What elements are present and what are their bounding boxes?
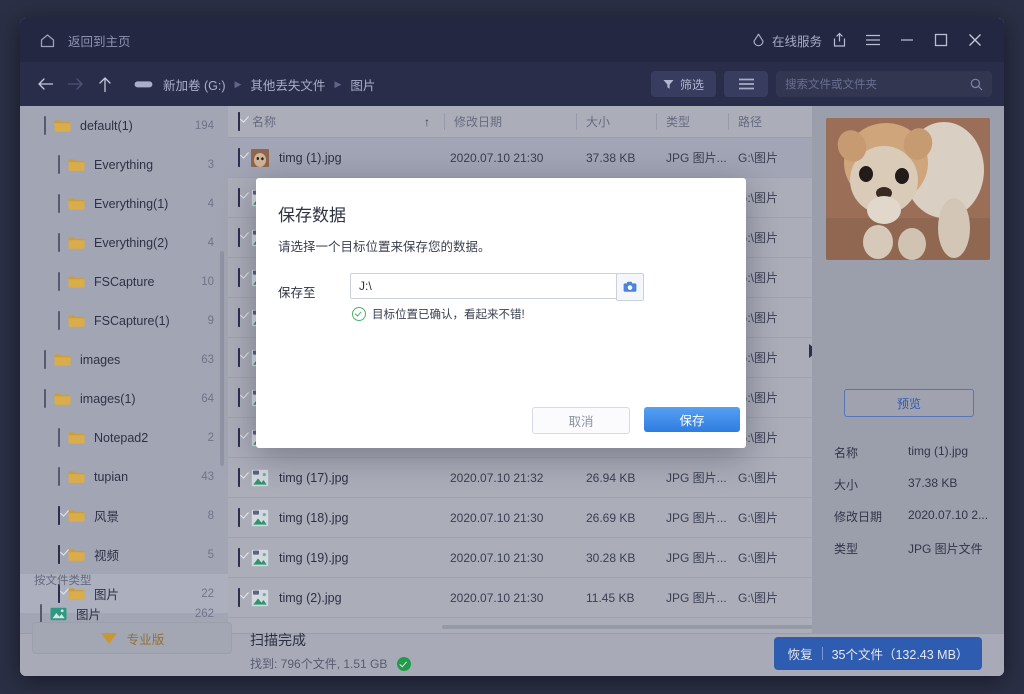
dialog-title: 保存数据 <box>278 201 346 226</box>
path-validation-text: 目标位置已确认，看起来不错! <box>372 306 525 322</box>
application-window: 返回到主页 在线服务 <box>20 18 1004 676</box>
dialog-subtitle: 请选择一个目标位置来保存您的数据。 <box>278 236 491 255</box>
cancel-button[interactable]: 取消 <box>532 407 630 434</box>
camera-icon <box>623 281 637 293</box>
save-button[interactable]: 保存 <box>644 407 740 432</box>
save-data-dialog: 保存数据 请选择一个目标位置来保存您的数据。 保存至 J:\ 目标位置已确认，看… <box>256 178 746 448</box>
check-circle-icon <box>352 307 366 321</box>
save-path-input[interactable]: J:\ <box>350 273 618 299</box>
save-to-label: 保存至 <box>278 282 316 301</box>
path-validation-hint: 目标位置已确认，看起来不错! <box>352 306 525 322</box>
browse-folder-button[interactable] <box>616 273 644 301</box>
